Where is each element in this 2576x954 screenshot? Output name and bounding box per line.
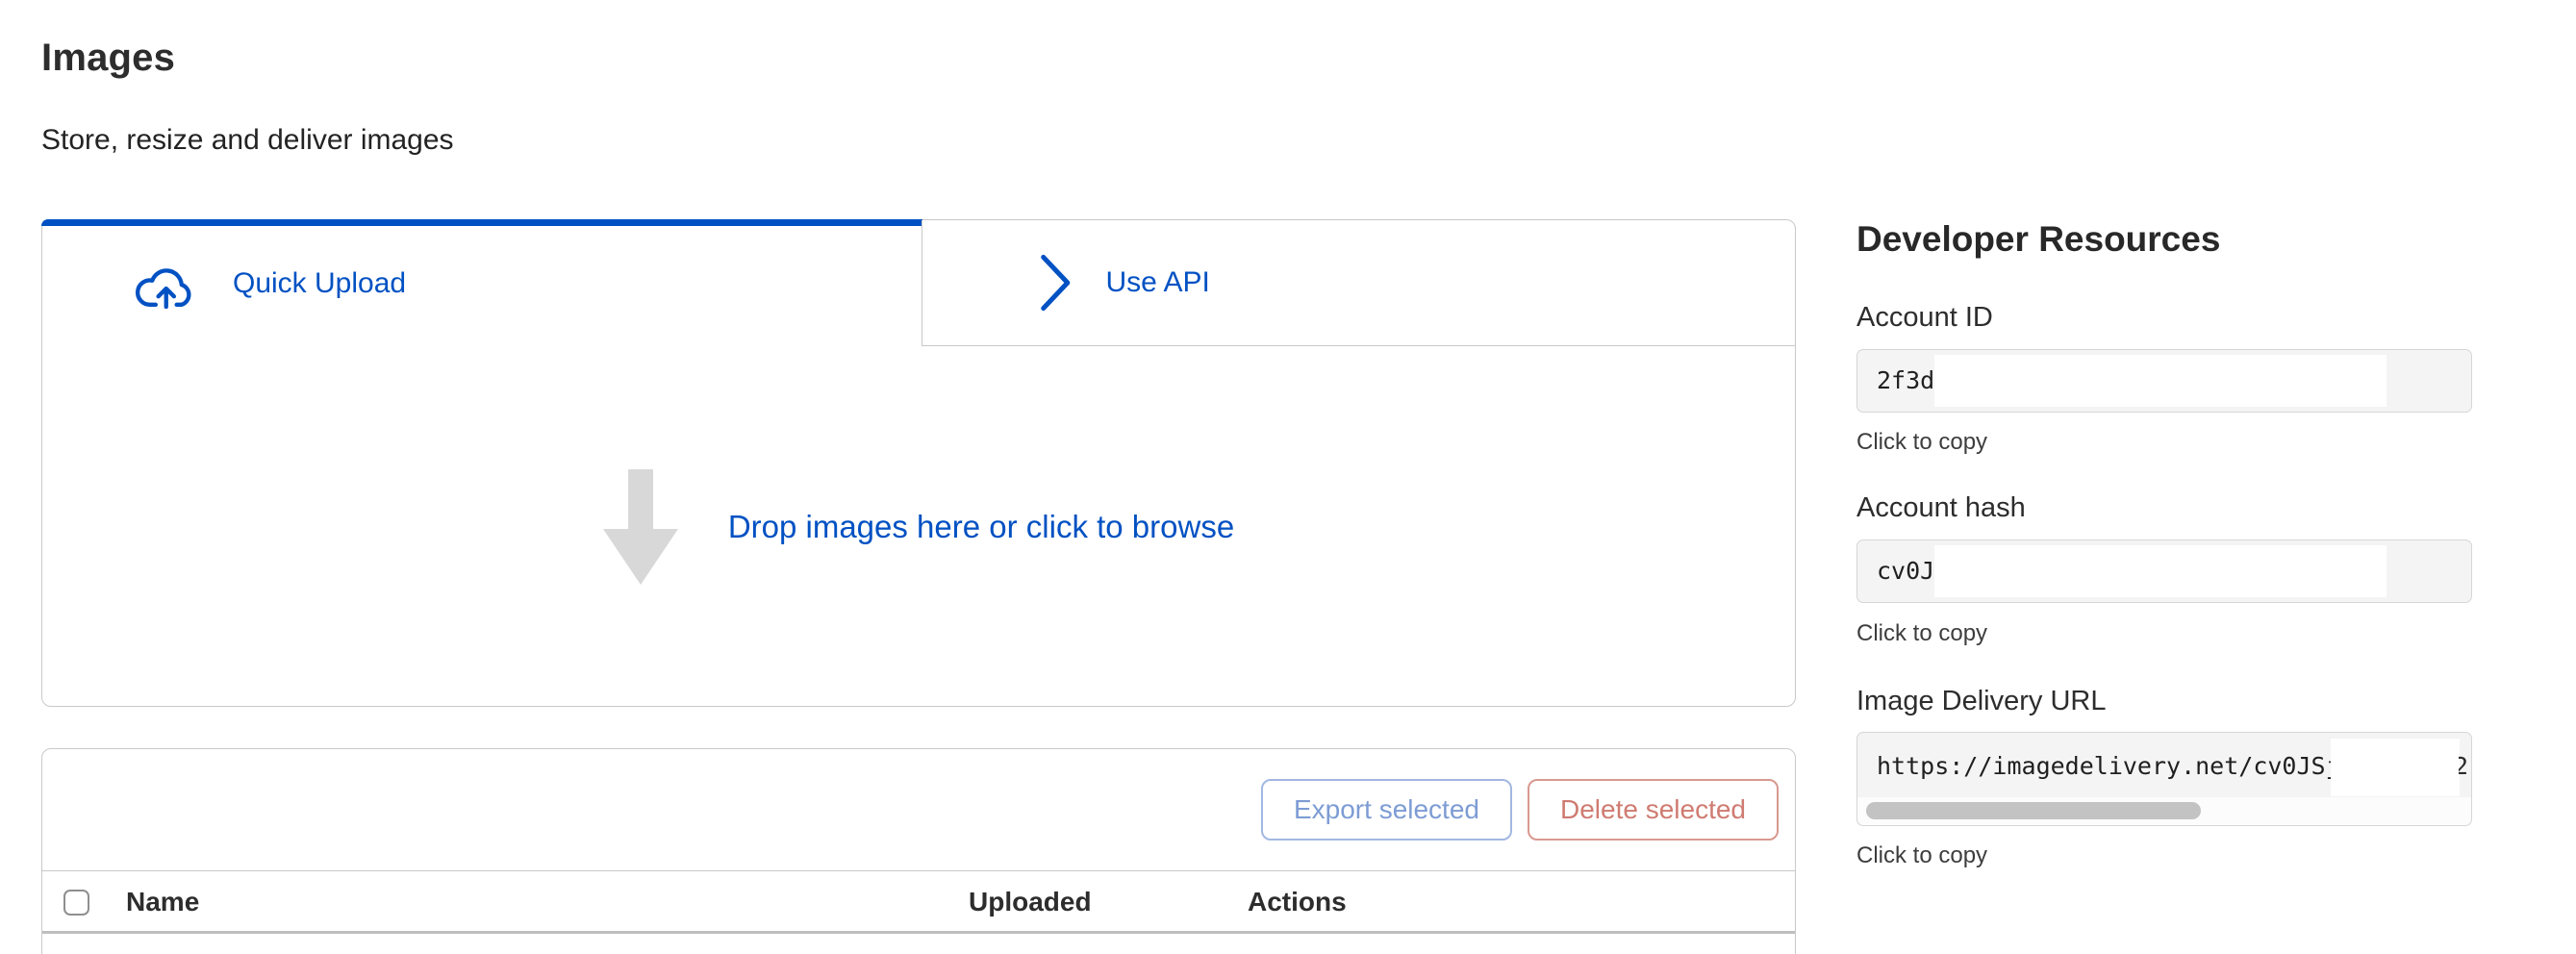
chevron-right-icon (1036, 253, 1076, 313)
active-tab-indicator (41, 219, 922, 226)
dropzone[interactable]: Drop images here or click to browse (42, 346, 1795, 707)
export-selected-button[interactable]: Export selected (1261, 779, 1512, 841)
developer-resources-title: Developer Resources (1856, 219, 2220, 260)
account-id-field[interactable]: 2f3d (1856, 349, 2472, 413)
tab-quick-upload[interactable]: Quick Upload (42, 220, 922, 346)
image-delivery-url-copy-hint: Click to copy (1856, 842, 1987, 869)
account-hash-field[interactable]: cv0J (1856, 540, 2472, 603)
dropzone-text: Drop images here or click to browse (728, 509, 1234, 545)
redaction-overlay (2331, 739, 2460, 796)
arrow-down-icon (603, 469, 678, 585)
clipped-url-character: 2 (2459, 733, 2468, 800)
account-id-value: 2f3d (1877, 366, 1934, 394)
select-all-checkbox[interactable] (63, 890, 89, 916)
page-header: Images Store, resize and deliver images (41, 37, 454, 157)
page-subtitle: Store, resize and deliver images (41, 124, 454, 157)
redaction-overlay (1934, 545, 2387, 597)
table-header-row: Name Uploaded Actions (42, 870, 1795, 934)
tab-label-use-api: Use API (1105, 266, 1209, 299)
tab-label-quick-upload: Quick Upload (233, 267, 406, 300)
redaction-overlay (1934, 355, 2387, 407)
table-toolbar: Export selected Delete selected (42, 749, 1795, 870)
image-delivery-url-value: https://imagedelivery.net/cv0JSj (1877, 733, 2340, 800)
account-id-label: Account ID (1856, 302, 1993, 334)
upload-card: Quick Upload Use API Drop images here or… (41, 219, 1796, 707)
images-page: Images Store, resize and deliver images … (0, 0, 2576, 954)
image-delivery-url-field[interactable]: https://imagedelivery.net/cv0JSj 2 (1856, 732, 2472, 826)
account-id-copy-hint: Click to copy (1856, 429, 1987, 456)
account-hash-copy-hint: Click to copy (1856, 620, 1987, 647)
column-header-uploaded: Uploaded (969, 871, 1092, 933)
account-hash-label: Account hash (1856, 492, 2026, 524)
horizontal-scrollbar-thumb[interactable] (1866, 802, 2201, 819)
column-header-actions: Actions (1248, 871, 1347, 933)
developer-resources-panel: Developer Resources Account ID 2f3d Clic… (1856, 219, 2472, 931)
images-table-card: Export selected Delete selected Name Upl… (41, 748, 1796, 954)
account-hash-value: cv0J (1877, 557, 1934, 585)
page-title: Images (41, 37, 454, 80)
tab-use-api[interactable]: Use API (922, 220, 1795, 346)
cloud-upload-icon (135, 259, 198, 309)
upload-tabs: Quick Upload Use API (42, 220, 1795, 346)
image-delivery-url-label: Image Delivery URL (1856, 686, 2106, 717)
delete-selected-button[interactable]: Delete selected (1528, 779, 1779, 841)
column-header-name: Name (126, 871, 199, 933)
